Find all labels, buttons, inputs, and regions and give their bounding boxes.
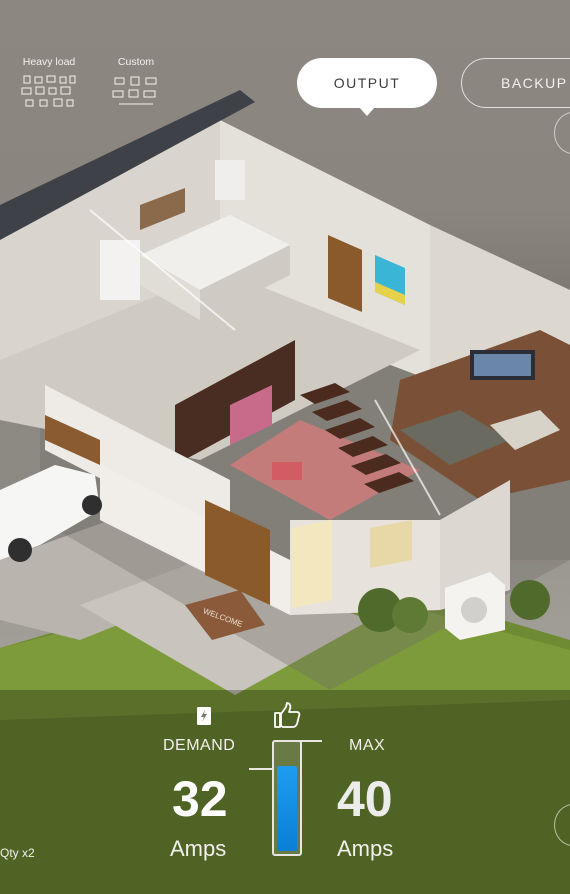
mode-heavy-load-label: Heavy load — [22, 56, 76, 68]
max-value: 40 — [337, 771, 393, 827]
mode-heavy-load[interactable]: Heavy load — [18, 56, 80, 110]
demand-unit: Amps — [170, 836, 227, 861]
thumbs-up-icon — [274, 702, 301, 728]
qty-label: Qty x2 — [0, 846, 35, 860]
tab-pointer — [359, 107, 375, 116]
demand-label: DEMAND — [163, 737, 236, 754]
home-energy-screen: WELCOME Heavy load Custom OUTPUT BACKUP … — [0, 0, 570, 894]
max-marker-line — [300, 740, 322, 742]
demand-value: 32 — [172, 771, 228, 827]
tab-output[interactable]: OUTPUT — [297, 58, 437, 116]
tab-output-label: OUTPUT — [333, 75, 401, 91]
appliance-group-icon — [112, 76, 157, 105]
demand-marker-line — [249, 768, 273, 770]
tab-backup-label: BACKUP — [501, 75, 568, 91]
mode-custom-label: Custom — [117, 56, 155, 68]
max-unit: Amps — [337, 836, 394, 861]
tab-backup[interactable]: BACKUP — [461, 58, 570, 108]
mode-custom[interactable]: Custom — [108, 56, 164, 110]
max-label: MAX — [349, 737, 386, 754]
demand-gauge-fill — [277, 766, 297, 851]
appliance-group-icon — [21, 75, 76, 107]
document-bolt-icon — [197, 707, 211, 725]
demand-gauge — [272, 740, 302, 856]
